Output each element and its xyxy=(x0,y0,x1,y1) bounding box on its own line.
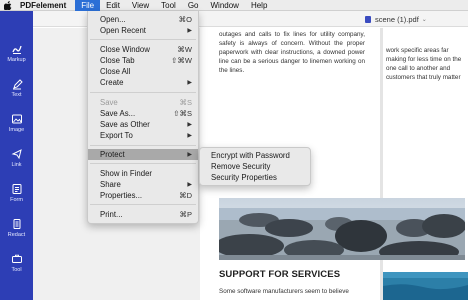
form-icon xyxy=(12,184,21,194)
menubar-go[interactable]: Go xyxy=(182,0,205,11)
menu-item-create[interactable]: Create ▶ xyxy=(88,77,198,88)
sidebar-item-label: Form xyxy=(10,197,23,203)
submenu-arrow-icon: ▶ xyxy=(187,122,192,128)
menu-item-close-all[interactable]: Close All xyxy=(88,66,198,77)
document-tab[interactable]: scene (1).pdf ⌄ xyxy=(365,13,427,25)
menu-separator xyxy=(90,145,196,146)
submenu-arrow-icon: ▶ xyxy=(187,28,192,34)
sidebar-item-form[interactable]: Form xyxy=(0,178,33,208)
coastal-rocks-photo xyxy=(219,198,465,260)
menu-item-label: Save As... xyxy=(100,109,136,118)
menubar-view[interactable]: View xyxy=(126,0,155,11)
menu-item-label: Create xyxy=(100,78,124,87)
submenu-item-encrypt-with-password[interactable]: Encrypt with Password xyxy=(200,150,310,161)
ocean-photo xyxy=(383,272,468,300)
menu-shortcut: ⌘S xyxy=(179,98,192,107)
menu-shortcut: ⌘O xyxy=(178,15,192,24)
sidebar-item-redact[interactable]: Redact xyxy=(0,213,33,243)
menu-item-label: Save xyxy=(100,98,118,107)
menu-item-share[interactable]: Share ▶ xyxy=(88,179,198,190)
menu-item-label: Close Tab xyxy=(100,56,135,65)
menu-separator xyxy=(90,92,196,93)
menubar-file[interactable]: File xyxy=(75,0,101,11)
menu-item-label: Protect xyxy=(100,150,125,159)
menubar-window[interactable]: Window xyxy=(204,0,244,11)
sidebar-item-label: Text xyxy=(11,92,22,98)
menu-item-label: Close All xyxy=(100,67,131,76)
image-icon xyxy=(11,114,22,124)
menu-item-label: Open... xyxy=(100,15,126,24)
menu-item-label: Close Window xyxy=(100,45,150,54)
menu-item-save-as-other[interactable]: Save as Other ▶ xyxy=(88,119,198,130)
menu-shortcut: ⌘W xyxy=(177,45,192,54)
menu-item-label: Print... xyxy=(100,210,123,219)
menu-shortcut: ⌘D xyxy=(179,191,192,200)
menubar-help[interactable]: Help xyxy=(245,0,273,11)
menu-item-label: Export To xyxy=(100,131,133,140)
chevron-down-icon[interactable]: ⌄ xyxy=(422,16,427,23)
menu-item-label: Save as Other xyxy=(100,120,150,129)
menu-item-label: Open Recent xyxy=(100,26,146,35)
submenu-arrow-icon: ▶ xyxy=(187,152,192,158)
menu-item-label: Show in Finder xyxy=(100,169,153,178)
submenu-item-remove-security[interactable]: Remove Security xyxy=(200,161,310,172)
menu-item-protect[interactable]: Protect ▶ xyxy=(88,149,198,160)
sidebar-item-markup[interactable]: Markup xyxy=(0,38,33,68)
menu-separator xyxy=(90,163,196,164)
menu-item-label: Share xyxy=(100,180,121,189)
menu-shortcut: ⇧⌘S xyxy=(173,109,192,118)
file-menu: Open... ⌘O Open Recent ▶ Close Window ⌘W… xyxy=(87,11,199,224)
text-pen-icon xyxy=(12,79,23,90)
menu-separator xyxy=(90,39,196,40)
menu-item-open[interactable]: Open... ⌘O xyxy=(88,14,198,25)
link-icon xyxy=(11,149,22,160)
menubar-edit[interactable]: Edit xyxy=(100,0,126,11)
sidebar: Markup Text Image Link Form Redact Tool xyxy=(0,11,33,300)
submenu-arrow-icon: ▶ xyxy=(187,182,192,188)
menu-shortcut: ⇧⌘W xyxy=(171,56,192,65)
sidebar-item-text[interactable]: Text xyxy=(0,73,33,103)
menu-bar: PDFelement File Edit View Tool Go Window… xyxy=(0,0,468,11)
submenu-arrow-icon: ▶ xyxy=(187,80,192,86)
menu-item-export-to[interactable]: Export To ▶ xyxy=(88,130,198,141)
menubar-tool[interactable]: Tool xyxy=(155,0,182,11)
submenu-item-security-properties[interactable]: Security Properties xyxy=(200,172,310,183)
menu-item-print[interactable]: Print... ⌘P xyxy=(88,209,198,220)
apple-logo-icon[interactable] xyxy=(0,0,16,11)
menu-separator xyxy=(90,204,196,205)
menu-item-save-as[interactable]: Save As... ⇧⌘S xyxy=(88,108,198,119)
redact-icon xyxy=(13,219,20,229)
section-heading: SUPPORT FOR SERVICES xyxy=(219,269,341,280)
protect-submenu: Encrypt with Password Remove Security Se… xyxy=(199,147,311,186)
sidebar-item-link[interactable]: Link xyxy=(0,143,33,173)
markup-icon xyxy=(11,45,22,54)
menu-item-close-tab[interactable]: Close Tab ⇧⌘W xyxy=(88,55,198,66)
document-paragraph-bottom: Some software manufacturers seem to beli… xyxy=(219,288,349,295)
sidebar-item-label: Markup xyxy=(7,57,26,63)
document-title: scene (1).pdf xyxy=(375,14,419,24)
sidebar-item-tool[interactable]: Tool xyxy=(0,248,33,278)
menu-item-close-window[interactable]: Close Window ⌘W xyxy=(88,44,198,55)
menu-item-show-in-finder[interactable]: Show in Finder xyxy=(88,168,198,179)
document-paragraph-right: work specific areas far making for less … xyxy=(386,47,462,82)
document-paragraph: outages and calls to fix lines for utili… xyxy=(219,31,365,75)
menu-item-label: Properties... xyxy=(100,191,143,200)
sidebar-item-label: Tool xyxy=(11,267,22,273)
sidebar-item-label: Redact xyxy=(7,232,26,238)
menu-item-open-recent[interactable]: Open Recent ▶ xyxy=(88,25,198,36)
tool-icon xyxy=(11,254,22,263)
menubar-app-name[interactable]: PDFelement xyxy=(16,0,75,11)
sidebar-item-image[interactable]: Image xyxy=(0,108,33,138)
menu-item-properties[interactable]: Properties... ⌘D xyxy=(88,190,198,201)
submenu-arrow-icon: ▶ xyxy=(187,133,192,139)
sidebar-item-label: Image xyxy=(8,127,25,133)
sidebar-item-label: Link xyxy=(11,162,22,168)
menu-item-save: Save ⌘S xyxy=(88,97,198,108)
pdf-file-icon xyxy=(365,15,371,23)
menu-shortcut: ⌘P xyxy=(179,210,192,219)
